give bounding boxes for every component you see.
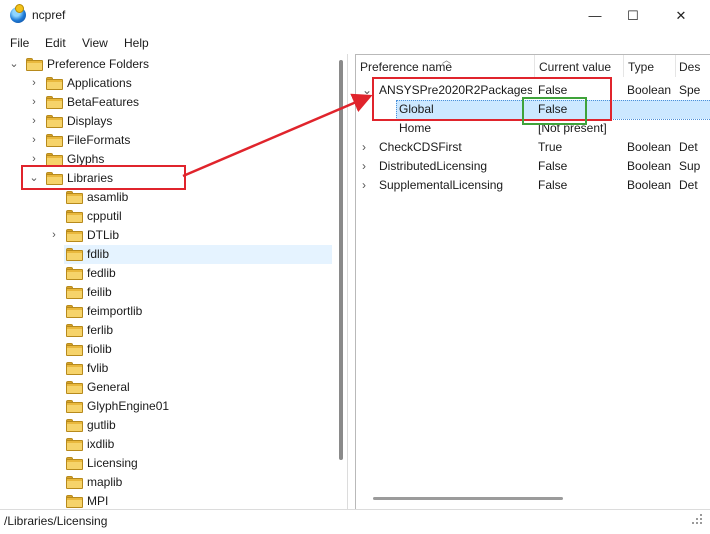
status-path: /Libraries/Licensing (4, 514, 108, 528)
resize-grip-icon[interactable] (690, 512, 704, 526)
annotation-arrow (182, 93, 373, 178)
